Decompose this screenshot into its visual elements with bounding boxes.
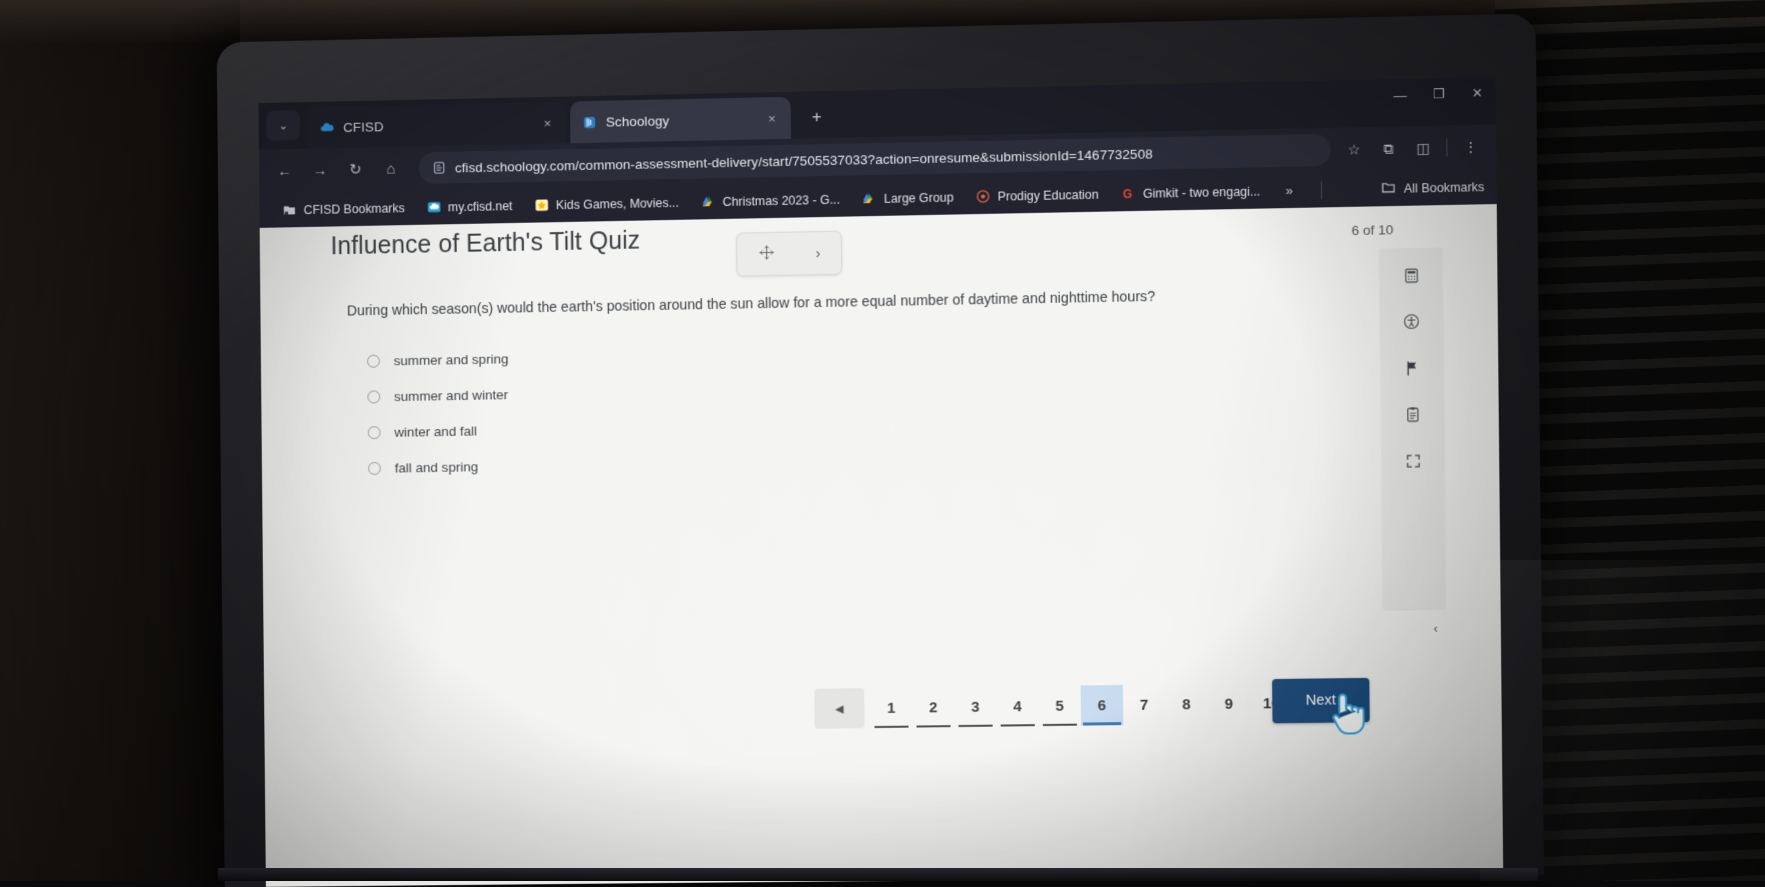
page-button-4[interactable]: 4	[996, 686, 1039, 727]
tab-cfisd[interactable]: CFISD ×	[308, 102, 567, 149]
radio-button-icon[interactable]	[367, 354, 380, 367]
move-crosshair-icon[interactable]	[758, 243, 775, 264]
bookmark-kids-games[interactable]: Kids Games, Movies...	[523, 189, 690, 218]
cloud-icon	[320, 120, 335, 135]
bookmark-label: Gimkit - two engagi...	[1143, 184, 1261, 200]
omnibox-actions: ☆ ⧉ ◫ ⋮	[1339, 131, 1497, 164]
google-g-icon: G	[1121, 186, 1136, 201]
radio-button-icon[interactable]	[367, 390, 380, 403]
reload-button[interactable]: ↻	[338, 152, 374, 186]
answer-option[interactable]: winter and fall	[368, 412, 510, 450]
tab-title: CFISD	[343, 116, 532, 135]
bookmark-prodigy-education[interactable]: Prodigy Education	[964, 181, 1109, 210]
tab-close-icon[interactable]: ×	[540, 115, 554, 130]
cloud-icon	[426, 200, 441, 215]
prodigy-icon	[976, 189, 991, 204]
minimize-icon[interactable]: —	[1392, 87, 1408, 102]
folder-icon	[1380, 179, 1395, 197]
bookmark-cfisd-bookmarks[interactable]: CFISD Bookmarks	[271, 195, 415, 224]
drive-icon	[862, 191, 877, 206]
page-title: Influence of Earth's Tilt Quiz	[330, 227, 640, 262]
bookmark-large-group[interactable]: Large Group	[851, 184, 965, 212]
bookmark-label: Christmas 2023 - G...	[723, 192, 840, 208]
drive-icon	[701, 194, 716, 209]
answer-option-label: summer and winter	[394, 387, 508, 404]
laptop-device: ⌄ CFISD × Schoology	[217, 13, 1544, 887]
page-button-6[interactable]: 6	[1081, 685, 1124, 726]
close-window-icon[interactable]: ✕	[1469, 85, 1485, 101]
bookmark-christmas-2023[interactable]: Christmas 2023 - G...	[690, 186, 851, 215]
bookmark-label: CFISD Bookmarks	[304, 201, 405, 217]
bookmarks-divider	[1321, 181, 1322, 199]
radio-button-icon[interactable]	[368, 461, 381, 474]
star-icon	[534, 197, 549, 212]
floating-toolbar[interactable]: ›	[736, 231, 842, 277]
tab-search-chevron-icon[interactable]: ⌄	[266, 110, 300, 140]
page-button-3[interactable]: 3	[954, 687, 996, 728]
bookmark-label: my.cfisd.net	[448, 199, 513, 214]
extensions-icon[interactable]: ⧉	[1373, 133, 1404, 164]
back-button[interactable]: ←	[267, 154, 303, 188]
bookmark-label: Prodigy Education	[998, 187, 1099, 203]
forward-button[interactable]: →	[302, 153, 338, 187]
answer-option-label: fall and spring	[395, 459, 479, 475]
answer-option[interactable]: fall and spring	[368, 448, 510, 486]
flag-icon[interactable]	[1401, 357, 1424, 380]
fullscreen-icon[interactable]	[1402, 449, 1425, 472]
notes-icon[interactable]	[1401, 403, 1424, 426]
laptop-screen: ⌄ CFISD × Schoology	[258, 77, 1503, 887]
all-bookmarks-label: All Bookmarks	[1404, 180, 1485, 196]
answer-option[interactable]: summer and spring	[367, 340, 509, 378]
bookmark-label: Large Group	[884, 190, 954, 205]
all-bookmarks-button[interactable]: All Bookmarks	[1380, 178, 1484, 198]
page-button-7[interactable]: 7	[1123, 684, 1166, 725]
page-info-icon[interactable]	[432, 161, 446, 175]
browser-chrome: ⌄ CFISD × Schoology	[258, 77, 1496, 228]
tab-schoology[interactable]: Schoology ×	[570, 97, 791, 143]
accessibility-icon[interactable]	[1400, 310, 1423, 333]
chevron-down-icon: ⌄	[279, 119, 288, 132]
pagination: ◀ 1 2 3 4 5 6 7 8 9 10	[814, 683, 1293, 729]
next-button[interactable]: Next	[1272, 678, 1370, 723]
page-button-5[interactable]: 5	[1038, 685, 1081, 726]
bookmarks-overflow-button[interactable]: »	[1275, 183, 1303, 199]
radio-button-icon[interactable]	[368, 426, 381, 439]
window-controls: — ❐ ✕	[1392, 85, 1486, 103]
side-panel-icon[interactable]: ◫	[1408, 133, 1439, 164]
toolbar-divider	[1446, 138, 1447, 156]
tools-sidebar	[1379, 247, 1445, 609]
collapse-sidebar-button[interactable]: ‹	[1433, 621, 1438, 636]
tab-close-icon[interactable]: ×	[765, 111, 779, 126]
folder-lock-icon	[282, 202, 297, 217]
answer-options-list: summer and spring summer and winter wint…	[367, 340, 510, 485]
laptop-base-edge	[218, 868, 1538, 881]
restore-icon[interactable]: ❐	[1431, 86, 1447, 102]
question-counter: 6 of 10	[1351, 222, 1393, 238]
page-button-8[interactable]: 8	[1165, 684, 1208, 725]
page-button-1[interactable]: 1	[870, 688, 912, 729]
new-tab-button[interactable]: +	[805, 105, 829, 129]
tab-title: Schoology	[606, 111, 756, 129]
previous-page-button[interactable]: ◀	[814, 688, 864, 729]
answer-option-label: summer and spring	[394, 351, 509, 368]
answer-option-label: winter and fall	[394, 423, 477, 439]
bookmark-label: Kids Games, Movies...	[556, 195, 679, 211]
calculator-icon[interactable]	[1400, 264, 1423, 287]
question-text: During which season(s) would the earth's…	[347, 286, 1224, 322]
home-button[interactable]: ⌂	[373, 152, 409, 186]
chevron-right-icon[interactable]: ›	[815, 245, 820, 262]
svg-text:G: G	[1123, 187, 1132, 201]
schoology-icon	[582, 114, 597, 129]
page-button-9[interactable]: 9	[1208, 683, 1251, 724]
page-button-2[interactable]: 2	[912, 687, 954, 728]
answer-option[interactable]: summer and winter	[367, 376, 509, 414]
bookmark-star-icon[interactable]: ☆	[1339, 134, 1370, 165]
bookmark-my-cfisd-net[interactable]: my.cfisd.net	[415, 192, 523, 220]
quiz-page: Influence of Earth's Tilt Quiz 6 of 10 ›…	[260, 204, 1504, 887]
url-text: cfisd.schoology.com/common-assessment-de…	[455, 146, 1153, 175]
bookmark-gimkit[interactable]: G Gimkit - two engagi...	[1110, 178, 1272, 207]
browser-menu-icon[interactable]: ⋮	[1455, 132, 1486, 163]
